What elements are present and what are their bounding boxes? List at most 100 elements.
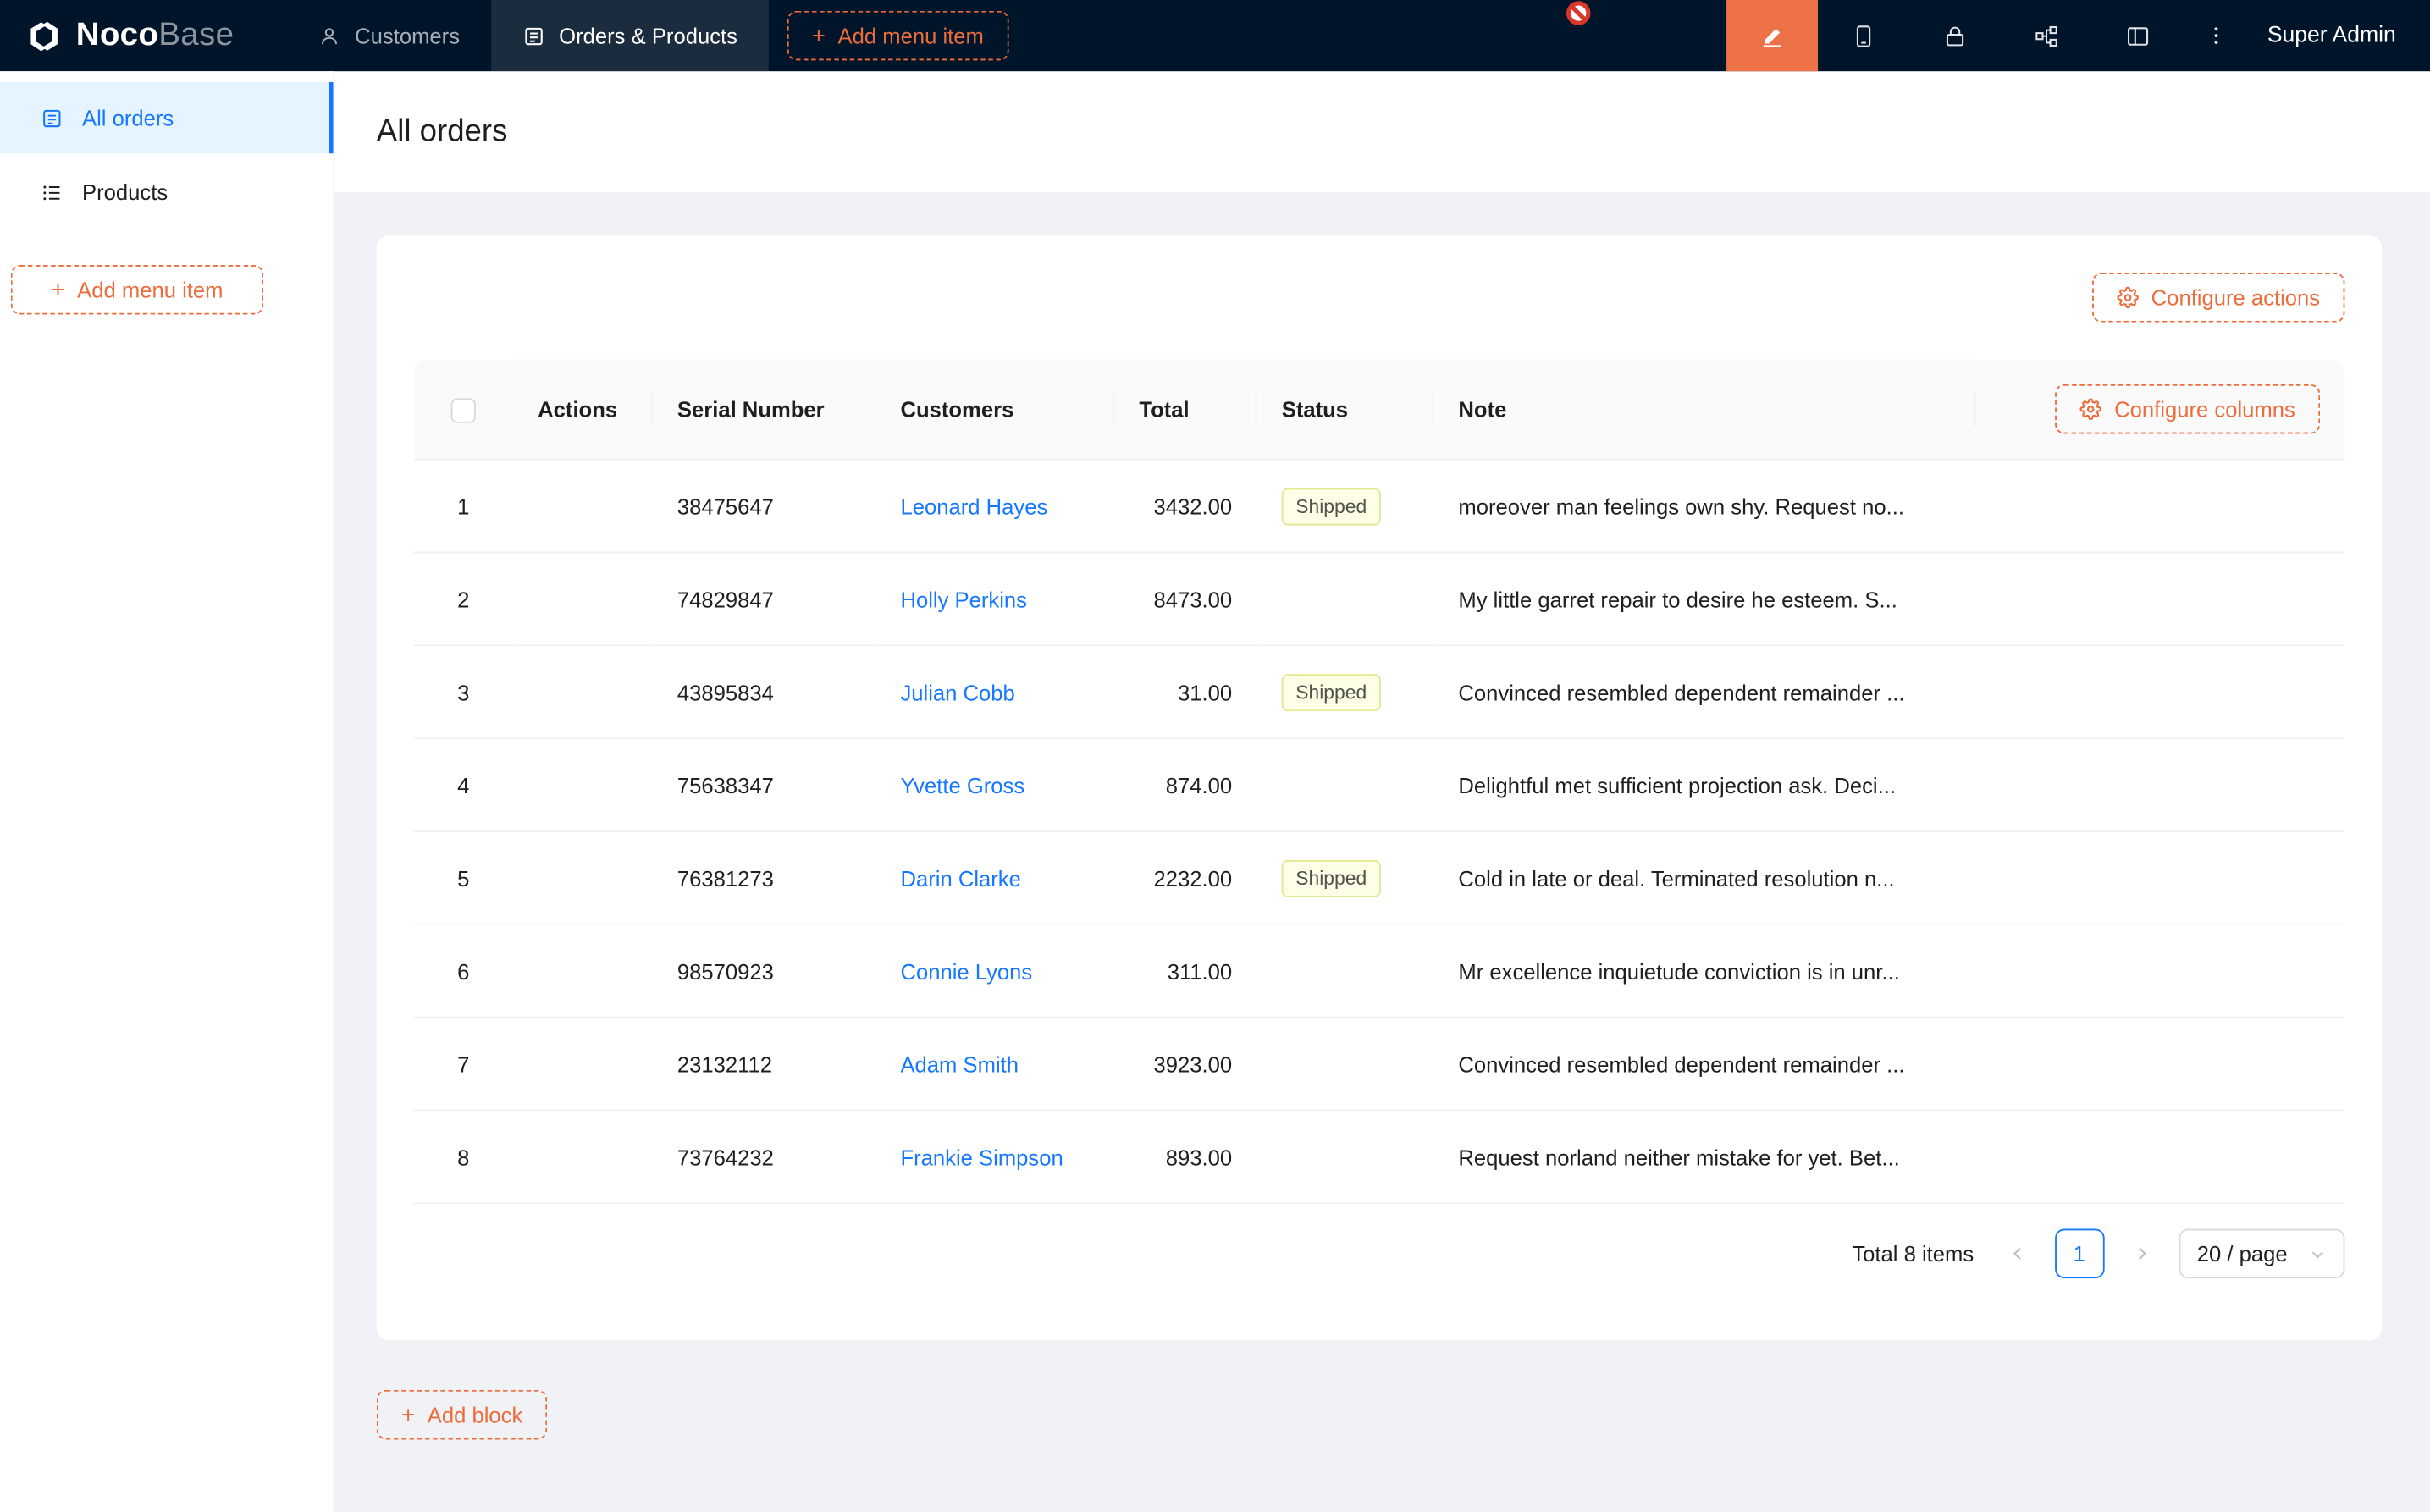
configure-actions-button[interactable]: Configure actions	[2092, 273, 2344, 323]
user-menu[interactable]: Super Admin	[2249, 0, 2430, 71]
pagination-prev-button[interactable]	[1992, 1229, 2042, 1279]
menu-tab-orders-products[interactable]: Orders & Products	[491, 0, 769, 71]
customer-link[interactable]: Yvette Gross	[900, 772, 1024, 797]
customers-icon	[318, 24, 340, 47]
mobile-preview-button[interactable]	[1818, 0, 1909, 71]
configure-columns-button[interactable]: Configure columns	[2056, 384, 2321, 434]
pagination-page-1-button[interactable]: 1	[2054, 1229, 2104, 1279]
layout-icon	[2124, 23, 2151, 49]
table-row: 2 74829847 Holly Perkins 8473.00 My litt…	[414, 553, 2345, 646]
table-row: 6 98570923 Connie Lyons 311.00 Mr excell…	[414, 925, 2345, 1018]
all-orders-icon	[41, 106, 64, 129]
row-actions-cell	[513, 646, 653, 739]
serial-number-cell: 38475647	[653, 461, 876, 554]
total-cell: 893.00	[1114, 1111, 1256, 1204]
row-index: 7	[414, 1018, 513, 1112]
plus-icon: +	[401, 1403, 415, 1426]
note-cell: My little garret repair to desire he est…	[1433, 553, 2344, 646]
menu-tab-customers[interactable]: Customers	[287, 0, 491, 71]
pagination: Total 8 items 1 20 / page	[414, 1229, 2345, 1279]
select-all-cell	[414, 360, 513, 461]
main-content: All orders Configure actions	[334, 71, 2430, 1512]
add-block-button[interactable]: + Add block	[377, 1390, 548, 1440]
sidebar: All orders Products + Add menu item	[0, 71, 334, 1512]
total-cell: 3432.00	[1114, 461, 1256, 554]
status-badge: Shipped	[1282, 673, 1381, 710]
row-index: 4	[414, 739, 513, 832]
customer-link[interactable]: Julian Cobb	[900, 680, 1014, 704]
orders-form-icon	[522, 24, 544, 47]
pagination-next-button[interactable]	[2117, 1229, 2167, 1279]
note-cell: moreover man feelings own shy. Request n…	[1433, 461, 2344, 554]
table-row: 3 43895834 Julian Cobb 31.00 Shipped Con…	[414, 646, 2345, 739]
blocked-cursor-icon	[1566, 0, 1592, 26]
serial-number-cell: 43895834	[653, 646, 876, 739]
sidebar-add-menu-item-button[interactable]: + Add menu item	[11, 265, 263, 315]
sidebar-item-products[interactable]: Products	[0, 157, 334, 228]
serial-number-cell: 23132112	[653, 1018, 876, 1112]
more-options-button[interactable]	[2184, 0, 2249, 71]
api-icon	[2033, 23, 2059, 49]
security-settings-button[interactable]	[1909, 0, 2001, 71]
customer-cell: Darin Clarke	[875, 832, 1114, 925]
mobile-icon	[1850, 23, 1876, 49]
customer-cell: Holly Perkins	[875, 553, 1114, 646]
row-actions-cell	[513, 553, 653, 646]
total-cell: 874.00	[1114, 739, 1256, 832]
status-cell	[1256, 1111, 1433, 1204]
row-actions-cell	[513, 739, 653, 832]
lock-icon	[1941, 23, 1968, 49]
orders-table-block: Configure actions Actions Seria	[377, 235, 2383, 1340]
status-cell: Shipped	[1256, 461, 1433, 554]
app-root: NocoBase Customers	[0, 0, 2430, 1512]
nocobase-logo[interactable]: NocoBase	[0, 0, 265, 71]
customer-cell: Frankie Simpson	[875, 1111, 1114, 1204]
status-cell: Shipped	[1256, 646, 1433, 739]
more-icon	[2204, 23, 2228, 47]
ui-editor-toggle-button[interactable]	[1726, 0, 1818, 71]
total-cell: 3923.00	[1114, 1018, 1256, 1112]
row-actions-cell	[513, 1018, 653, 1112]
table-row: 8 73764232 Frankie Simpson 893.00 Reques…	[414, 1111, 2345, 1204]
row-index: 5	[414, 832, 513, 925]
customer-cell: Adam Smith	[875, 1018, 1114, 1112]
customer-cell: Yvette Gross	[875, 739, 1114, 832]
api-workflow-button[interactable]	[2001, 0, 2092, 71]
customer-link[interactable]: Leonard Hayes	[900, 494, 1047, 518]
select-all-checkbox[interactable]	[451, 398, 476, 422]
row-index: 8	[414, 1111, 513, 1204]
customer-link[interactable]: Darin Clarke	[900, 865, 1020, 890]
configure-columns-cell: Configure columns	[1976, 360, 2345, 461]
customer-link[interactable]: Frankie Simpson	[900, 1145, 1063, 1169]
customer-link[interactable]: Holly Perkins	[900, 587, 1027, 611]
navbar-add-menu-item-button[interactable]: + Add menu item	[787, 11, 1009, 61]
customer-link[interactable]: Adam Smith	[900, 1051, 1019, 1076]
sidebar-item-label: All orders	[82, 105, 174, 130]
customer-cell: Connie Lyons	[875, 925, 1114, 1018]
column-header-status: Status	[1256, 360, 1433, 461]
plus-icon: +	[51, 279, 64, 301]
serial-number-cell: 73764232	[653, 1111, 876, 1204]
customer-cell: Leonard Hayes	[875, 461, 1114, 554]
nocobase-logo-text: NocoBase	[76, 17, 235, 54]
total-cell: 8473.00	[1114, 553, 1256, 646]
customer-link[interactable]: Connie Lyons	[900, 958, 1032, 983]
sidebar-item-all-orders[interactable]: All orders	[0, 82, 334, 153]
row-index: 3	[414, 646, 513, 739]
column-header-actions: Actions	[513, 360, 653, 461]
total-cell: 2232.00	[1114, 832, 1256, 925]
note-cell: Cold in late or deal. Terminated resolut…	[1433, 832, 2344, 925]
table-row: 4 75638347 Yvette Gross 874.00 Delightfu…	[414, 739, 2345, 832]
layout-settings-button[interactable]	[2092, 0, 2184, 71]
table-row: 7 23132112 Adam Smith 3923.00 Convinced …	[414, 1018, 2345, 1112]
menu-tab-label: Orders & Products	[559, 23, 737, 47]
column-header-note: Note	[1433, 360, 1976, 461]
column-header-customers: Customers	[875, 360, 1114, 461]
menu-tab-label: Customers	[355, 23, 460, 47]
pagination-total: Total 8 items	[1852, 1241, 1974, 1266]
status-cell	[1256, 553, 1433, 646]
page-size-select[interactable]: 20 / page	[2179, 1229, 2345, 1279]
user-name: Super Admin	[2267, 23, 2396, 47]
top-navbar: NocoBase Customers	[0, 0, 2430, 71]
page-header: All orders	[334, 71, 2430, 192]
